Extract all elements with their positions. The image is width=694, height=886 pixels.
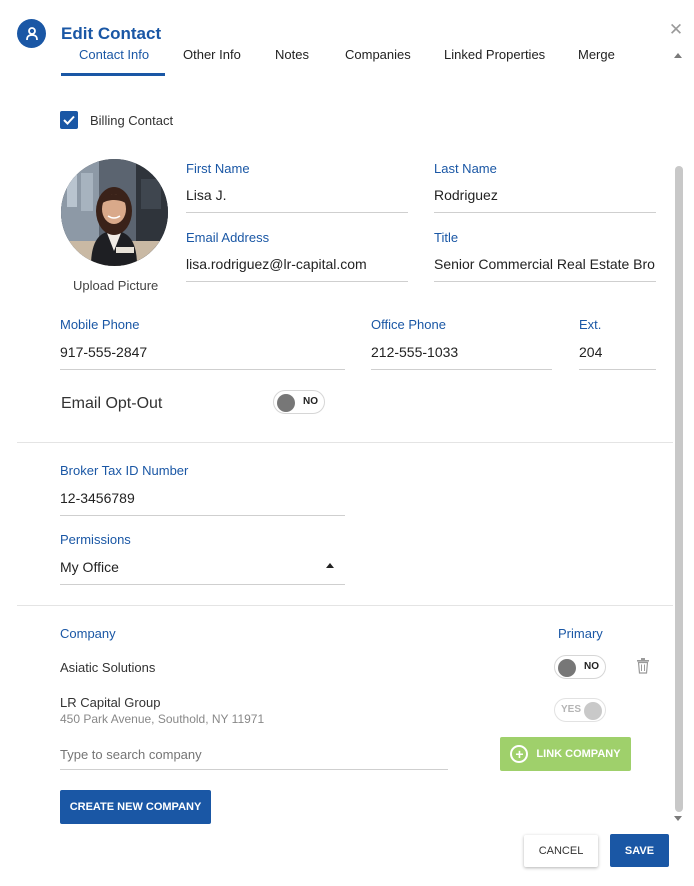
cancel-button[interactable]: CANCEL [524, 835, 598, 867]
link-company-label: LINK COMPANY [536, 748, 621, 760]
close-icon[interactable]: ✕ [668, 21, 684, 38]
toggle-knob [277, 394, 295, 412]
title-field[interactable]: Senior Commercial Real Estate Bro [434, 256, 656, 282]
company-column-header: Company [60, 626, 116, 641]
company-name: LR Capital Group [60, 695, 161, 710]
billing-contact-checkbox[interactable] [60, 111, 78, 129]
tab-merge[interactable]: Merge [578, 47, 615, 62]
section-divider [17, 605, 673, 606]
company-address: 450 Park Avenue, Southold, NY 11971 [60, 712, 265, 726]
trash-icon[interactable] [636, 658, 650, 674]
plus-circle-icon: + [510, 745, 529, 763]
title-label: Title [434, 230, 459, 245]
email-field[interactable]: lisa.rodriguez@lr-capital.com [186, 256, 408, 282]
toggle-state-label: NO [303, 396, 318, 407]
dialog-title: Edit Contact [61, 24, 162, 43]
last-name-label: Last Name [434, 161, 497, 176]
active-tab-indicator [61, 73, 165, 76]
first-name-field[interactable]: Lisa J. [186, 187, 408, 213]
caret-up-icon[interactable] [326, 563, 334, 568]
first-name-label: First Name [186, 161, 250, 176]
toggle-knob [584, 702, 602, 720]
email-opt-out-label: Email Opt-Out [61, 395, 163, 412]
billing-contact-label: Billing Contact [90, 113, 174, 128]
scroll-down-icon[interactable] [674, 814, 682, 822]
tab-notes[interactable]: Notes [275, 47, 309, 62]
email-opt-out-toggle[interactable]: NO [273, 390, 325, 414]
company-search-input[interactable] [60, 746, 448, 770]
email-label: Email Address [186, 230, 270, 245]
primary-column-header: Primary [558, 626, 603, 641]
permissions-select[interactable]: My Office [60, 559, 345, 585]
office-phone-label: Office Phone [371, 317, 446, 332]
toggle-state-label: YES [561, 704, 582, 715]
upload-picture-link[interactable]: Upload Picture [73, 278, 158, 293]
toggle-knob [558, 659, 576, 677]
last-name-field[interactable]: Rodriguez [434, 187, 656, 213]
section-divider [17, 442, 673, 443]
link-company-button[interactable]: + LINK COMPANY [500, 737, 631, 771]
check-icon [63, 115, 75, 125]
tab-companies[interactable]: Companies [345, 47, 411, 62]
create-new-company-button[interactable]: CREATE NEW COMPANY [60, 790, 211, 824]
company-name: Asiatic Solutions [60, 660, 156, 675]
office-phone-field[interactable]: 212-555-1033 [371, 344, 552, 370]
save-button[interactable]: SAVE [610, 834, 669, 867]
broker-tax-id-label: Broker Tax ID Number [60, 463, 189, 478]
tab-linked-properties[interactable]: Linked Properties [444, 47, 545, 62]
tab-contact-info[interactable]: Contact Info [79, 47, 149, 62]
avatar[interactable] [61, 159, 168, 266]
broker-tax-id-field[interactable]: 12-3456789 [60, 490, 345, 516]
mobile-phone-label: Mobile Phone [60, 317, 140, 332]
toggle-state-label: NO [584, 661, 599, 672]
permissions-label: Permissions [60, 532, 131, 547]
tab-other-info[interactable]: Other Info [183, 47, 241, 62]
primary-toggle[interactable]: NO [554, 655, 606, 679]
contact-badge-icon [17, 19, 46, 48]
mobile-phone-field[interactable]: 917-555-2847 [60, 344, 345, 370]
ext-label: Ext. [579, 317, 602, 332]
ext-field[interactable]: 204 [579, 344, 656, 370]
scroll-up-icon[interactable] [674, 52, 682, 60]
primary-toggle[interactable]: YES [554, 698, 606, 722]
scrollbar-thumb[interactable] [675, 166, 683, 812]
